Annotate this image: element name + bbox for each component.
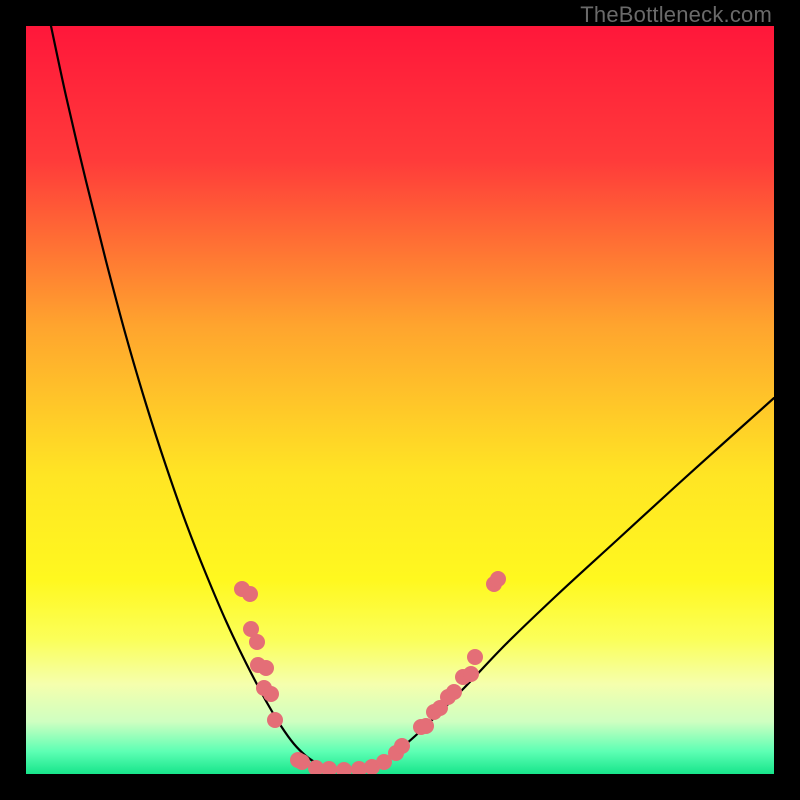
data-point-marker: [267, 712, 283, 728]
bottleneck-curve: [26, 26, 774, 774]
data-point-marker: [242, 586, 258, 602]
data-point-marker: [463, 666, 479, 682]
watermark-text: TheBottleneck.com: [580, 2, 772, 28]
data-point-marker: [336, 762, 352, 774]
data-point-marker: [263, 686, 279, 702]
data-point-marker: [446, 684, 462, 700]
chart-area: [26, 26, 774, 774]
data-point-marker: [294, 754, 310, 770]
data-point-marker: [249, 634, 265, 650]
data-point-marker: [394, 738, 410, 754]
data-point-marker: [467, 649, 483, 665]
data-point-marker: [490, 571, 506, 587]
data-point-marker: [418, 718, 434, 734]
data-point-marker: [321, 761, 337, 774]
data-point-marker: [258, 660, 274, 676]
